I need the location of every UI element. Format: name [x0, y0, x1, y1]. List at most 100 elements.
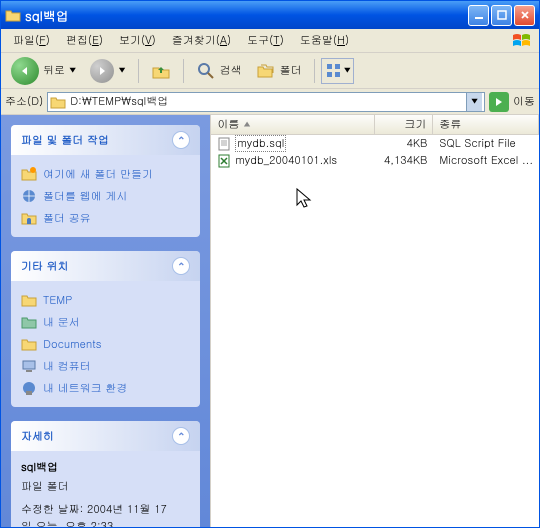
address-dropdown-button[interactable]: ▼: [466, 93, 482, 111]
task-publish-web[interactable]: 폴더를 웹에 게시: [21, 185, 190, 207]
task-label: 폴더를 웹에 게시: [43, 189, 127, 204]
chevron-down-icon: ▼: [118, 65, 125, 76]
folder-up-icon: [151, 61, 171, 81]
panel-title: 자세히: [21, 429, 54, 444]
forward-icon: [90, 59, 114, 83]
panel-header[interactable]: 기타 위치 ⌃: [11, 251, 200, 281]
file-list[interactable]: mydb.sql 4KB SQL Script File mydb_200401…: [211, 135, 539, 169]
chevron-down-icon: ▼: [471, 96, 478, 107]
panel-header[interactable]: 파일 및 폴더 작업 ⌃: [11, 125, 200, 155]
file-name: mydb.sql: [235, 135, 286, 152]
task-label: 폴더 공유: [43, 211, 91, 226]
details-type: 파일 폴더: [21, 478, 190, 495]
file-size: 4,134KB: [375, 153, 433, 168]
collapse-icon[interactable]: ⌃: [172, 131, 190, 149]
menu-edit[interactable]: 편집(E): [58, 31, 111, 50]
menu-file[interactable]: 파일(F): [5, 31, 58, 50]
folder-icon: [21, 336, 37, 352]
details-modified: 수정한 날짜: 2004년 11월 17: [21, 501, 190, 518]
separator: [183, 59, 184, 83]
address-bar: 주소(D) ▼ 이동: [1, 89, 539, 115]
column-type[interactable]: 종류: [433, 115, 539, 134]
menu-help[interactable]: 도움말(H): [292, 31, 357, 50]
file-row[interactable]: mydb.sql 4KB SQL Script File: [211, 135, 539, 152]
place-network[interactable]: 내 네트워크 환경: [21, 377, 190, 399]
up-button[interactable]: [145, 59, 177, 83]
panel-header[interactable]: 자세히 ⌃: [11, 421, 200, 451]
search-button[interactable]: 검색: [190, 59, 248, 83]
search-label: 검색: [220, 63, 242, 78]
maximize-button[interactable]: [491, 5, 512, 26]
details-panel: 자세히 ⌃ sql백업 파일 폴더 수정한 날짜: 2004년 11월 17 일…: [11, 421, 200, 527]
separator: [314, 59, 315, 83]
file-folder-tasks-panel: 파일 및 폴더 작업 ⌃ 여기에 새 폴더 만들기 폴더를 웹에 게시 폴더 공…: [11, 125, 200, 237]
address-input[interactable]: [66, 94, 466, 109]
chevron-down-icon: ▼: [69, 65, 76, 76]
toolbar: 뒤로 ▼ ▼ 검색 폴더 ▼: [1, 53, 539, 89]
file-name: mydb_20040101.xls: [235, 153, 337, 168]
place-label: Documents: [43, 337, 102, 352]
back-button[interactable]: 뒤로 ▼: [5, 55, 82, 87]
place-my-documents[interactable]: 내 문서: [21, 311, 190, 333]
address-label: 주소(D): [5, 94, 43, 109]
menu-tools[interactable]: 도구(T): [239, 31, 292, 50]
column-name[interactable]: 이름▲: [211, 115, 375, 134]
place-temp[interactable]: TEMP: [21, 289, 190, 311]
details-modified-2: 일 오늘, 오후 2:33: [21, 518, 190, 527]
column-label: 크기: [404, 117, 426, 132]
folders-icon: [256, 61, 276, 81]
go-button[interactable]: [489, 92, 509, 112]
file-type: Microsoft Excel ...: [433, 153, 539, 168]
task-new-folder[interactable]: 여기에 새 폴더 만들기: [21, 163, 190, 185]
folder-icon: [5, 7, 21, 23]
place-label: 내 문서: [43, 315, 80, 330]
collapse-icon[interactable]: ⌃: [172, 257, 190, 275]
place-my-computer[interactable]: 내 컴퓨터: [21, 355, 190, 377]
place-label: TEMP: [43, 293, 72, 308]
file-row[interactable]: mydb_20040101.xls 4,134KB Microsoft Exce…: [211, 152, 539, 169]
file-size: 4KB: [375, 136, 433, 151]
file-type: SQL Script File: [433, 136, 539, 151]
windows-logo-icon: [509, 31, 535, 51]
folders-button[interactable]: 폴더: [250, 59, 308, 83]
minimize-button[interactable]: [468, 5, 489, 26]
other-places-panel: 기타 위치 ⌃ TEMP 내 문서 Documents 내 컴퓨터 내 네트워크…: [11, 251, 200, 407]
menu-view[interactable]: 보기(V): [111, 31, 164, 50]
separator: [138, 59, 139, 83]
views-button[interactable]: ▼: [321, 58, 354, 84]
close-button[interactable]: [514, 5, 535, 26]
new-folder-icon: [21, 166, 37, 182]
documents-icon: [21, 314, 37, 330]
share-icon: [21, 210, 37, 226]
task-label: 여기에 새 폴더 만들기: [43, 167, 153, 182]
chevron-down-icon: ▼: [344, 65, 351, 76]
menu-favorites[interactable]: 즐겨찾기(A): [164, 31, 239, 50]
sort-asc-icon: ▲: [243, 119, 250, 130]
globe-icon: [21, 188, 37, 204]
forward-button[interactable]: ▼: [84, 57, 131, 85]
views-icon: [324, 61, 344, 81]
sql-file-icon: [217, 137, 233, 151]
go-icon: [493, 96, 505, 108]
task-pane: 파일 및 폴더 작업 ⌃ 여기에 새 폴더 만들기 폴더를 웹에 게시 폴더 공…: [1, 115, 210, 527]
search-icon: [196, 61, 216, 81]
column-label: 종류: [439, 117, 461, 132]
place-label: 내 컴퓨터: [43, 359, 91, 374]
address-box[interactable]: ▼: [47, 92, 485, 112]
panel-title: 파일 및 폴더 작업: [21, 133, 109, 148]
collapse-icon[interactable]: ⌃: [172, 427, 190, 445]
computer-icon: [21, 358, 37, 374]
task-share-folder[interactable]: 폴더 공유: [21, 207, 190, 229]
panel-title: 기타 위치: [21, 259, 69, 274]
file-list-pane: 이름▲ 크기 종류 mydb.sql 4KB SQL Script File m: [210, 115, 539, 527]
column-size[interactable]: 크기: [375, 115, 433, 134]
folders-label: 폴더: [280, 63, 302, 78]
titlebar[interactable]: sql백업: [1, 1, 539, 29]
folder-icon: [21, 292, 37, 308]
place-documents[interactable]: Documents: [21, 333, 190, 355]
back-label: 뒤로: [43, 63, 65, 78]
place-label: 내 네트워크 환경: [43, 381, 127, 396]
network-icon: [21, 380, 37, 396]
folder-icon: [50, 95, 66, 109]
xls-file-icon: [217, 154, 233, 168]
